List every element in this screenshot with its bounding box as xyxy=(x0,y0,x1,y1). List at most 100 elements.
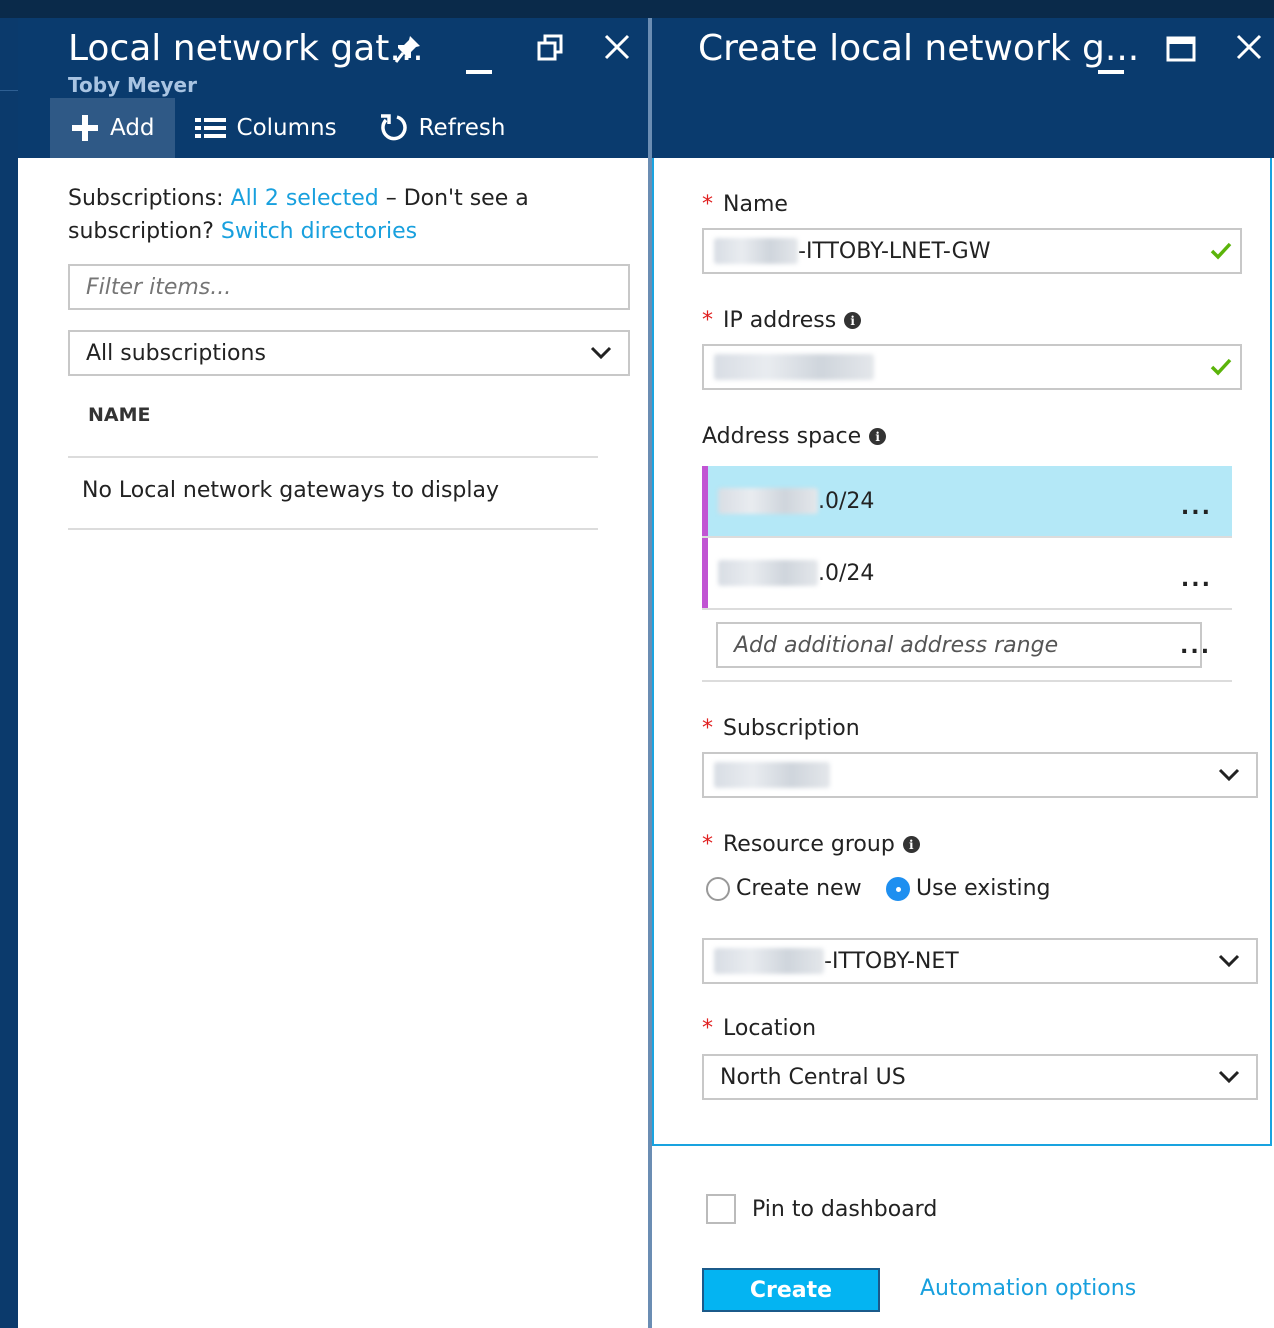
name-label-text: Name xyxy=(723,192,788,217)
subscription-filter-select[interactable]: All subscriptions xyxy=(68,330,630,376)
blade-header: Local network gat... Toby Meyer Add Colu… xyxy=(18,18,650,158)
switch-directories-link[interactable]: Switch directories xyxy=(221,219,417,244)
ip-address-input[interactable] xyxy=(702,344,1242,390)
name-label: * Name xyxy=(702,192,788,217)
subscription-label-text: Subscription xyxy=(723,716,860,741)
redacted-address-prefix xyxy=(718,560,818,586)
pin-to-dashboard-checkbox[interactable]: Pin to dashboard xyxy=(706,1194,937,1224)
resource-group-value-wrap: -ITTOBY-NET xyxy=(714,948,959,974)
minimize-icon[interactable] xyxy=(1098,52,1124,82)
required-marker: * xyxy=(702,832,713,857)
blade-title: Local network gat... xyxy=(68,28,424,69)
resource-group-label-text: Resource group xyxy=(723,832,895,857)
header-divider xyxy=(68,456,598,458)
redacted-resource-group-prefix xyxy=(714,948,824,974)
range-divider xyxy=(702,680,1232,682)
add-label: Add xyxy=(110,115,155,141)
add-button[interactable]: Add xyxy=(50,98,175,158)
address-space-label-text: Address space xyxy=(702,424,862,449)
checkbox xyxy=(706,1194,736,1224)
pin-icon[interactable] xyxy=(394,34,422,70)
address-range-row[interactable]: .0/24 ... xyxy=(702,538,1232,608)
columns-button[interactable]: Columns xyxy=(175,98,357,158)
info-icon[interactable]: i xyxy=(869,428,887,445)
redacted-name-prefix xyxy=(714,238,798,264)
required-marker: * xyxy=(702,308,713,333)
blade-header: Create local network g... xyxy=(652,18,1274,158)
address-space-label: Address space i xyxy=(702,424,887,449)
check-icon xyxy=(1210,354,1232,382)
chevron-down-icon xyxy=(1218,949,1240,973)
check-icon xyxy=(1210,238,1232,266)
subscriptions-link[interactable]: All 2 selected xyxy=(231,186,379,211)
ip-address-label-text: IP address xyxy=(723,308,837,333)
columns-icon xyxy=(194,117,227,139)
radio-on xyxy=(886,876,910,901)
local-network-gateways-blade: Local network gat... Toby Meyer Add Colu… xyxy=(18,18,650,1328)
restore-icon[interactable] xyxy=(536,34,564,68)
more-icon[interactable]: ... xyxy=(1181,495,1212,520)
subscriptions-label: Subscriptions: xyxy=(68,186,224,211)
pin-to-dashboard-label: Pin to dashboard xyxy=(752,1196,938,1222)
subscription-filter-value: All subscriptions xyxy=(86,340,266,366)
blade-footer: Pin to dashboard Create Automation optio… xyxy=(652,1148,1274,1328)
create-new-radio[interactable]: Create new xyxy=(706,876,862,901)
blade-subtitle: Toby Meyer xyxy=(68,73,197,97)
row-divider xyxy=(68,528,598,530)
subscriptions-info: Subscriptions: All 2 selected – Don't se… xyxy=(68,182,588,248)
toolbar: Add Columns Refresh xyxy=(50,98,525,158)
address-range-suffix: .0/24 xyxy=(818,488,875,514)
empty-message: No Local network gateways to display xyxy=(82,478,500,503)
create-new-label: Create new xyxy=(736,876,862,901)
minimize-icon[interactable] xyxy=(466,52,492,82)
refresh-icon xyxy=(377,112,409,144)
more-icon[interactable]: ... xyxy=(1181,567,1212,592)
create-form: * Name -ITTOBY-LNET-GW * IP address i Addre… xyxy=(652,158,1272,1146)
location-select[interactable]: North Central US xyxy=(702,1054,1258,1100)
required-marker: * xyxy=(702,1016,713,1041)
refresh-label: Refresh xyxy=(418,115,506,141)
resource-group-label: * Resource group i xyxy=(702,832,920,857)
create-button[interactable]: Create xyxy=(702,1268,880,1312)
name-input[interactable]: -ITTOBY-LNET-GW xyxy=(702,228,1242,274)
columns-label: Columns xyxy=(236,115,337,141)
form-top-gap xyxy=(654,158,1232,160)
use-existing-radio[interactable]: Use existing xyxy=(886,876,1050,901)
create-local-network-gateway-blade: Create local network g... * Name -ITTOBY-… xyxy=(652,18,1274,1328)
close-icon[interactable] xyxy=(604,34,630,66)
resource-group-value: -ITTOBY-NET xyxy=(824,948,959,974)
redacted-address-prefix xyxy=(718,488,818,514)
radio-off xyxy=(706,876,730,901)
subscription-select[interactable] xyxy=(702,752,1258,798)
redacted-subscription xyxy=(714,762,830,788)
refresh-button[interactable]: Refresh xyxy=(357,98,526,158)
chevron-down-icon xyxy=(590,341,612,365)
range-divider xyxy=(702,608,1232,610)
left-rail xyxy=(0,18,18,1328)
resource-group-select[interactable]: -ITTOBY-NET xyxy=(702,938,1258,984)
subscription-label: * Subscription xyxy=(702,716,860,741)
rail-divider xyxy=(0,90,18,91)
redacted-ip-address xyxy=(714,354,874,380)
plus-icon xyxy=(70,113,100,143)
location-label: * Location xyxy=(702,1016,816,1041)
location-value: North Central US xyxy=(720,1064,906,1090)
ip-address-label: * IP address i xyxy=(702,308,862,333)
required-marker: * xyxy=(702,716,713,741)
close-icon[interactable] xyxy=(1236,34,1262,66)
more-icon[interactable]: ... xyxy=(1180,634,1211,659)
name-value: -ITTOBY-LNET-GW xyxy=(798,238,991,264)
column-header-name[interactable]: NAME xyxy=(88,404,151,426)
required-marker: * xyxy=(702,192,713,217)
chevron-down-icon xyxy=(1218,1065,1240,1089)
maximize-icon[interactable] xyxy=(1166,36,1196,68)
location-label-text: Location xyxy=(723,1016,817,1041)
add-address-range-input[interactable]: Add additional address range xyxy=(716,622,1202,668)
filter-input[interactable] xyxy=(68,264,630,310)
address-range-row[interactable]: .0/24 ... xyxy=(702,466,1232,536)
info-icon[interactable]: i xyxy=(902,836,920,853)
top-strip xyxy=(0,0,1274,18)
address-range-suffix: .0/24 xyxy=(818,560,875,586)
info-icon[interactable]: i xyxy=(844,312,862,329)
automation-options-link[interactable]: Automation options xyxy=(920,1276,1136,1301)
